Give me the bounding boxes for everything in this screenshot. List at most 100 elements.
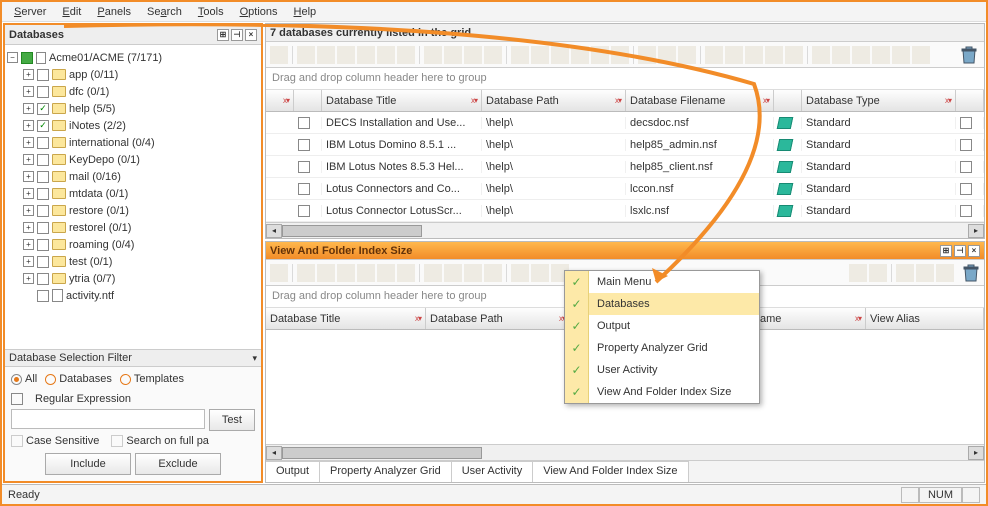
checkbox[interactable] (298, 161, 310, 173)
checkbox[interactable] (298, 117, 310, 129)
expand-icon[interactable]: + (23, 188, 34, 199)
tool-icon[interactable] (705, 46, 723, 64)
checkbox-case[interactable] (11, 435, 23, 447)
expand-icon[interactable]: + (23, 205, 34, 216)
tree-item[interactable]: + ytria (0/7) (7, 270, 259, 287)
tab[interactable]: Output (266, 461, 320, 482)
checkbox[interactable] (37, 222, 49, 234)
test-button[interactable]: Test (209, 409, 255, 431)
tool-icon[interactable] (297, 264, 315, 282)
panel-close-icon[interactable]: × (245, 29, 257, 41)
tool-icon[interactable] (912, 46, 930, 64)
tool-icon[interactable] (531, 46, 549, 64)
tool-icon[interactable] (424, 46, 442, 64)
tool-icon[interactable] (464, 264, 482, 282)
top-grid-header[interactable]: x▾ Database Titlex▾ Database Pathx▾ Data… (266, 90, 984, 112)
tool-icon[interactable] (849, 264, 867, 282)
menu-options[interactable]: Options (232, 4, 286, 20)
checkbox[interactable] (37, 290, 49, 302)
tree-item[interactable]: + roaming (0/4) (7, 236, 259, 253)
checkbox[interactable] (37, 69, 49, 81)
tool-icon[interactable] (357, 46, 375, 64)
checkbox[interactable]: ✓ (37, 103, 49, 115)
scroll-left-icon[interactable]: ◂ (266, 446, 282, 460)
popup-item[interactable]: ✓Output (565, 315, 759, 337)
tab[interactable]: User Activity (452, 461, 534, 482)
menu-server[interactable]: Server (6, 4, 54, 20)
table-row[interactable]: IBM Lotus Domino 8.5.1 ... \help\ help85… (266, 134, 984, 156)
tool-icon[interactable] (297, 46, 315, 64)
tool-icon[interactable] (745, 46, 763, 64)
tool-icon[interactable] (892, 46, 910, 64)
checkbox[interactable] (37, 171, 49, 183)
tree-item[interactable]: + ✓ help (5/5) (7, 100, 259, 117)
menu-tools[interactable]: Tools (190, 4, 232, 20)
database-tree[interactable]: − Acme01/ACME (7/171) + app (0/11)+ dfc … (5, 45, 261, 349)
checkbox[interactable] (37, 205, 49, 217)
popup-item[interactable]: ✓User Activity (565, 359, 759, 381)
expand-icon[interactable]: + (23, 103, 34, 114)
tool-icon[interactable] (511, 264, 529, 282)
tool-icon[interactable] (511, 46, 529, 64)
expand-icon[interactable]: + (23, 171, 34, 182)
checkbox[interactable] (37, 239, 49, 251)
top-grid-body[interactable]: DECS Installation and Use... \help\ decs… (266, 112, 984, 222)
tool-icon[interactable] (270, 46, 288, 64)
tree-item[interactable]: + dfc (0/1) (7, 83, 259, 100)
tool-icon[interactable] (484, 264, 502, 282)
checkbox[interactable] (37, 273, 49, 285)
table-row[interactable]: Lotus Connectors and Co... \help\ lccon.… (266, 178, 984, 200)
radio-databases[interactable]: Databases (45, 373, 112, 385)
tool-icon[interactable] (658, 46, 676, 64)
menubar[interactable]: Server Edit Panels Search Tools Options … (2, 2, 986, 22)
tool-icon[interactable] (317, 264, 335, 282)
tree-item[interactable]: + mail (0/16) (7, 168, 259, 185)
checkbox[interactable] (298, 139, 310, 151)
tool-icon[interactable] (377, 264, 395, 282)
tool-icon[interactable] (317, 46, 335, 64)
tool-icon[interactable] (869, 264, 887, 282)
tool-icon[interactable] (270, 264, 288, 282)
tool-icon[interactable] (337, 46, 355, 64)
tool-icon[interactable] (484, 46, 502, 64)
tool-icon[interactable] (397, 46, 415, 64)
tool-icon[interactable] (832, 46, 850, 64)
tree-item[interactable]: + app (0/11) (7, 66, 259, 83)
panel-pin-icon[interactable]: ⊣ (954, 245, 966, 257)
tree-item[interactable]: + mtdata (0/1) (7, 185, 259, 202)
tool-icon[interactable] (444, 46, 462, 64)
tool-icon[interactable] (896, 264, 914, 282)
h-scrollbar[interactable]: ◂ ▸ (266, 222, 984, 238)
checkbox[interactable] (960, 117, 972, 129)
table-row[interactable]: Lotus Connector LotusScr... \help\ lsxlc… (266, 200, 984, 222)
popup-item[interactable]: ✓Property Analyzer Grid (565, 337, 759, 359)
radio-all[interactable]: All (11, 373, 37, 385)
checkbox[interactable] (960, 183, 972, 195)
tool-icon[interactable] (638, 46, 656, 64)
popup-item[interactable]: ✓Databases (565, 293, 759, 315)
checkbox[interactable] (37, 188, 49, 200)
checkbox[interactable] (37, 256, 49, 268)
expand-icon[interactable]: + (23, 137, 34, 148)
expand-icon[interactable]: + (23, 69, 34, 80)
panel-pin-icon[interactable]: ⊣ (231, 29, 243, 41)
checkbox[interactable] (960, 139, 972, 151)
tree-item[interactable]: + restore (0/1) (7, 202, 259, 219)
tree-root[interactable]: Acme01/ACME (7/171) (49, 52, 162, 64)
expand-icon[interactable]: + (23, 86, 34, 97)
tree-item[interactable]: + test (0/1) (7, 253, 259, 270)
trash-icon[interactable] (962, 263, 980, 283)
scroll-right-icon[interactable]: ▸ (968, 446, 984, 460)
checkbox[interactable] (37, 137, 49, 149)
expand-icon[interactable]: − (7, 52, 18, 63)
tool-icon[interactable] (444, 264, 462, 282)
checkbox[interactable] (298, 205, 310, 217)
checkbox[interactable] (960, 161, 972, 173)
menu-edit[interactable]: Edit (54, 4, 89, 20)
tree-file[interactable]: activity.ntf (66, 290, 114, 302)
tree-item[interactable]: + restorel (0/1) (7, 219, 259, 236)
h-scrollbar[interactable]: ◂ ▸ (266, 444, 984, 460)
tool-icon[interactable] (377, 46, 395, 64)
scroll-thumb[interactable] (282, 447, 482, 459)
tool-icon[interactable] (785, 46, 803, 64)
